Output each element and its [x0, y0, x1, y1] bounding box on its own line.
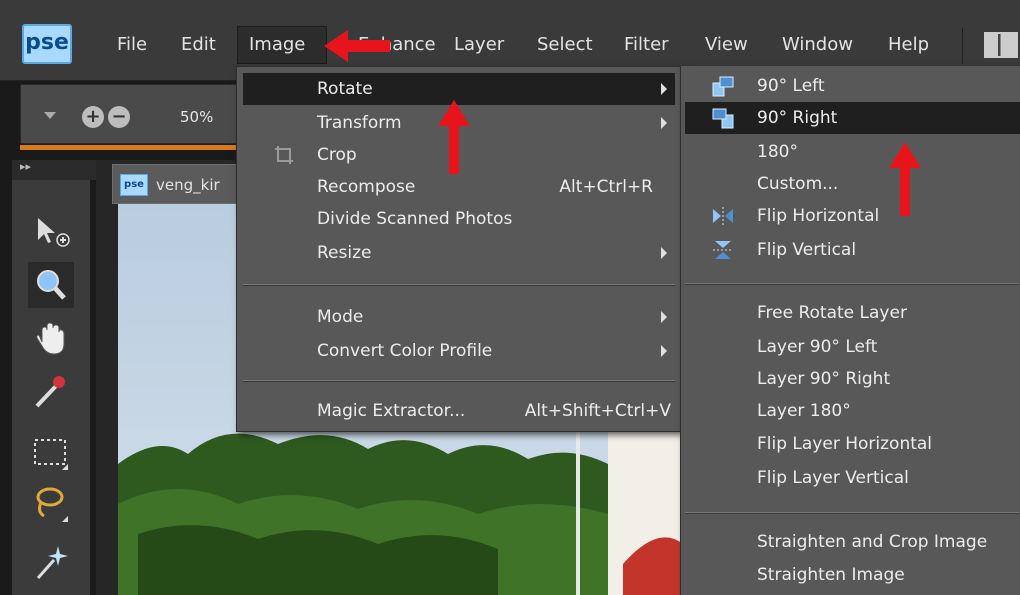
menu-item-label: Flip Layer Vertical: [757, 468, 909, 488]
crop-icon: [273, 144, 295, 170]
menu-item-magic-extractor[interactable]: Magic Extractor... Alt+Shift+Ctrl+V: [237, 395, 681, 427]
menu-item-shortcut: Alt+Shift+Ctrl+V: [524, 401, 671, 421]
menu-item-straighten-image[interactable]: Straighten Image: [681, 559, 1020, 591]
flip-vertical-icon: [711, 239, 735, 261]
panel-layout-icon[interactable]: [984, 32, 1018, 58]
menu-layer[interactable]: Layer: [454, 34, 504, 55]
menu-item-label: Convert Color Profile: [317, 341, 493, 361]
options-accent-bar: [20, 145, 250, 150]
tools-panel-header[interactable]: ▸▸: [12, 160, 102, 180]
menu-item-label: Resize: [317, 243, 372, 263]
menu-item-free-rotate-layer[interactable]: Free Rotate Layer: [681, 297, 1020, 329]
menu-view[interactable]: View: [705, 34, 748, 55]
menu-filter[interactable]: Filter: [624, 34, 669, 55]
submenu-arrow-icon: [661, 247, 667, 259]
rotate-right-icon: [711, 107, 735, 129]
submenu-arrow-icon: [661, 345, 667, 357]
eyedropper-tool-icon[interactable]: [28, 368, 74, 414]
hand-tool-icon[interactable]: [28, 316, 74, 362]
pse-logo: pse: [22, 24, 72, 64]
menu-item-label: Straighten Image: [757, 565, 905, 585]
menu-item-layer-90-left[interactable]: Layer 90° Left: [681, 331, 1020, 363]
chevron-down-icon[interactable]: [44, 112, 56, 119]
zoom-in-icon[interactable]: +: [82, 106, 104, 128]
menu-item-label: Layer 90° Right: [757, 369, 891, 389]
menu-file[interactable]: File: [117, 34, 147, 55]
menu-separator: [685, 283, 1019, 285]
zoom-out-icon[interactable]: −: [108, 106, 130, 128]
menu-item-flip-vertical[interactable]: Flip Vertical: [681, 234, 1020, 266]
menu-separator: [243, 284, 675, 286]
menu-item-flip-horizontal[interactable]: Flip Horizontal: [681, 200, 1020, 232]
menu-item-straighten-and-crop-image[interactable]: Straighten and Crop Image: [681, 526, 1020, 558]
menu-window[interactable]: Window: [782, 34, 853, 55]
menubar-divider: [962, 28, 963, 64]
menu-item-label: Recompose: [317, 177, 416, 197]
zoom-level: 50%: [180, 108, 214, 126]
menu-separator: [243, 380, 675, 382]
menu-item-label: 180°: [757, 142, 798, 162]
menu-item-mode[interactable]: Mode: [237, 301, 681, 333]
menu-item-label: Mode: [317, 307, 364, 327]
menu-item-layer-180[interactable]: Layer 180°: [681, 395, 1020, 427]
marquee-tool-icon[interactable]: [28, 430, 74, 476]
menu-item-label: 90° Left: [757, 76, 825, 96]
menu-item-90-left[interactable]: 90° Left: [681, 70, 1020, 102]
menu-item-custom[interactable]: Custom...: [681, 168, 1020, 200]
menu-item-label: Flip Layer Horizontal: [757, 434, 933, 454]
menu-item-label: Divide Scanned Photos: [317, 209, 513, 229]
menu-item-label: Layer 180°: [757, 401, 851, 421]
menu-item-label: Rotate: [317, 79, 373, 99]
submenu-arrow-icon: [661, 117, 667, 129]
menu-item-layer-90-right[interactable]: Layer 90° Right: [681, 363, 1020, 395]
menu-item-180[interactable]: 180°: [681, 136, 1020, 168]
menu-image[interactable]: Image: [237, 26, 327, 64]
menu-item-divide-scanned-photos[interactable]: Divide Scanned Photos: [237, 203, 681, 235]
flip-horizontal-icon: [711, 205, 735, 227]
menu-item-label: Custom...: [757, 174, 839, 194]
menu-separator: [685, 512, 1019, 514]
menu-item-flip-layer-vertical[interactable]: Flip Layer Vertical: [681, 462, 1020, 494]
menu-item-label: Flip Vertical: [757, 240, 857, 260]
rotate-left-icon: [711, 75, 735, 97]
menu-item-flip-layer-horizontal[interactable]: Flip Layer Horizontal: [681, 428, 1020, 460]
zoom-tool-icon[interactable]: [28, 262, 74, 308]
annotation-arrow-left-icon: [324, 30, 390, 62]
menu-item-shortcut: Alt+Ctrl+R: [559, 177, 653, 197]
menu-item-resize[interactable]: Resize: [237, 237, 681, 269]
document-pse-icon: pse: [120, 174, 148, 196]
menu-item-90-right[interactable]: 90° Right: [685, 102, 1020, 134]
magic-wand-tool-icon[interactable]: [28, 538, 74, 584]
rotate-submenu: 90° Left 90° Right 180° Custom... Flip H…: [680, 66, 1020, 595]
menu-item-label: Layer 90° Left: [757, 337, 878, 357]
menu-edit[interactable]: Edit: [181, 34, 216, 55]
menu-item-label: Transform: [317, 113, 402, 133]
menu-item-label: Straighten and Crop Image: [757, 532, 988, 552]
annotation-arrow-up-icon: [438, 100, 470, 174]
move-tool-icon[interactable]: [28, 210, 74, 256]
menu-select[interactable]: Select: [537, 34, 593, 55]
menu-help[interactable]: Help: [888, 34, 929, 55]
menu-item-label: Crop: [317, 145, 357, 165]
menu-item-label: 90° Right: [757, 108, 838, 128]
menu-item-convert-color-profile[interactable]: Convert Color Profile: [237, 335, 681, 367]
submenu-arrow-icon: [661, 311, 667, 323]
menu-item-label: Free Rotate Layer: [757, 303, 907, 323]
document-filename: veng_kir: [156, 176, 220, 194]
lasso-tool-icon[interactable]: [28, 480, 74, 526]
annotation-arrow-up-icon: [889, 142, 921, 216]
menu-item-label: Flip Horizontal: [757, 206, 880, 226]
submenu-arrow-icon: [661, 83, 667, 95]
menu-item-label: Magic Extractor...: [317, 401, 466, 421]
